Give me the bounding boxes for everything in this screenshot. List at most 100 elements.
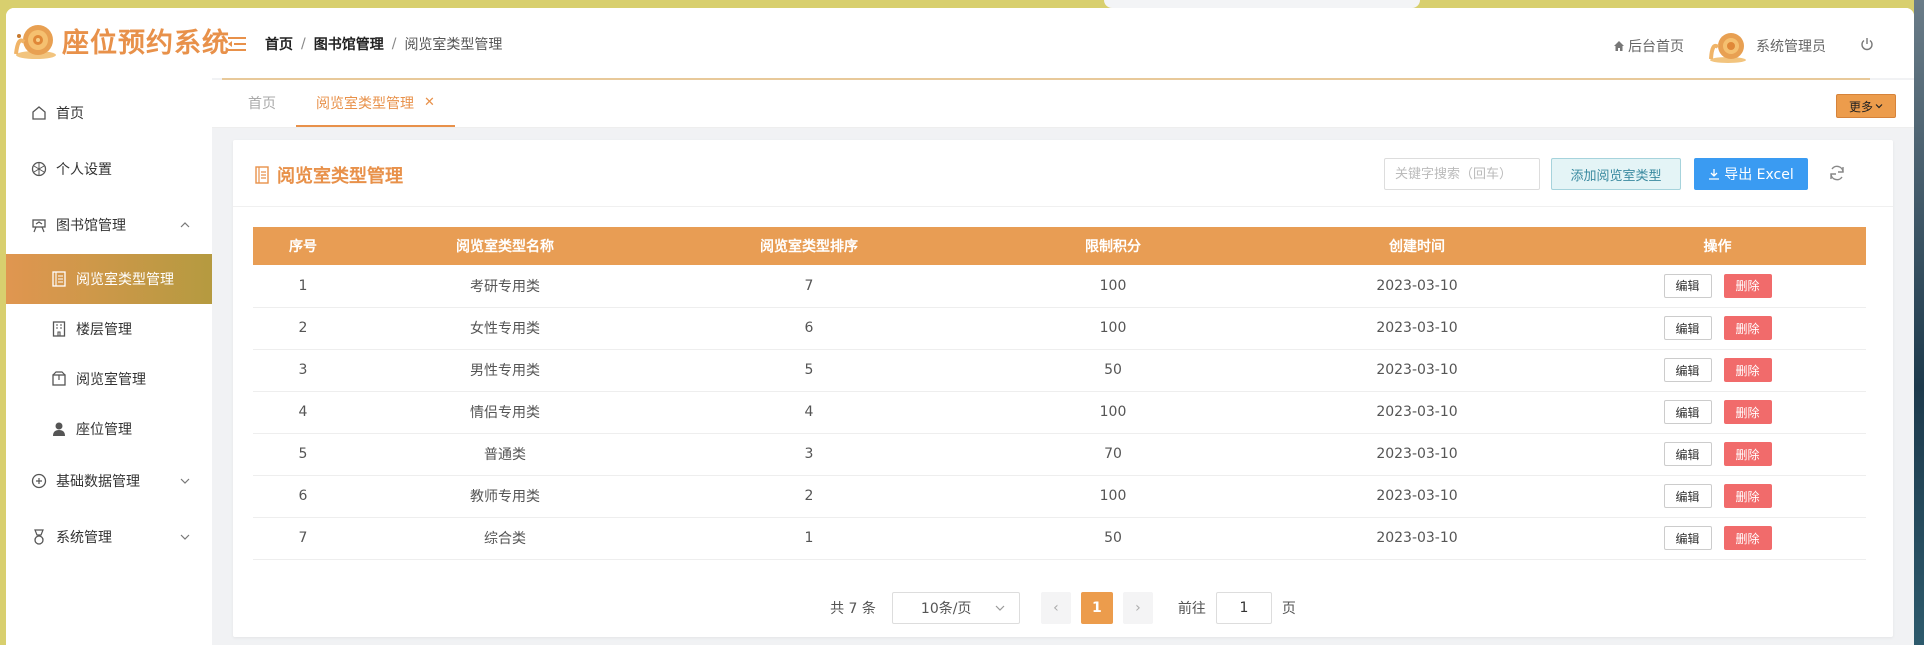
table-cell: 普通类 [353, 433, 657, 476]
table-cell-actions: 编辑 删除 [1569, 265, 1866, 308]
settings-icon [30, 160, 48, 178]
table-row: 3 男性专用类 5 50 2023-03-10 编辑 删除 [253, 349, 1866, 392]
table-cell-actions: 编辑 删除 [1569, 517, 1866, 560]
sidebar-item-library[interactable]: 图书馆管理 [6, 200, 212, 250]
table-cell-actions: 编辑 删除 [1569, 475, 1866, 518]
sidebar-item-floor[interactable]: 楼层管理 [6, 304, 212, 354]
edit-button[interactable]: 编辑 [1663, 526, 1712, 550]
page-number-current[interactable]: 1 [1080, 592, 1113, 624]
table-row: 5 普通类 3 70 2023-03-10 编辑 删除 [253, 433, 1866, 476]
chevron-down-icon [1875, 104, 1883, 109]
app-title: 座位预约系统 [62, 27, 230, 59]
sidebar-item-system[interactable]: 系统管理 [6, 512, 212, 562]
app-window: 座位预约系统 首页 / 图书馆管理 / 阅览室类型管理 后台首页 系统管理员 首… [6, 8, 1914, 645]
sidebar-item-label: 基础数据管理 [56, 474, 140, 490]
delete-button[interactable]: 删除 [1723, 358, 1772, 382]
breadcrumb-separator: / [301, 36, 306, 52]
table-header-row: 序号 阅览室类型名称 阅览室类型排序 限制积分 创建时间 操作 [253, 227, 1866, 265]
window-top-notch [1104, 0, 1420, 8]
close-icon[interactable]: ✕ [424, 95, 435, 110]
person-icon [50, 420, 68, 438]
sidebar-item-room-type[interactable]: 阅览室类型管理 [6, 254, 212, 304]
delete-button[interactable]: 删除 [1723, 484, 1772, 508]
box-icon [50, 370, 68, 388]
house-icon [1614, 41, 1624, 51]
table-cell: 7 [657, 265, 961, 308]
page-size-select[interactable]: 10条/页 [891, 592, 1020, 624]
goto-page-input[interactable]: 1 [1215, 592, 1272, 624]
sidebar-item-seat[interactable]: 座位管理 [6, 404, 212, 454]
sidebar-item-label: 个人设置 [56, 162, 112, 178]
table-cell: 2 [657, 475, 961, 518]
download-icon [1709, 169, 1720, 180]
medal-icon [30, 528, 48, 546]
breadcrumb-home[interactable]: 首页 [265, 34, 293, 54]
add-room-type-button[interactable]: 添加阅览室类型 [1551, 158, 1681, 190]
sidebar-item-profile[interactable]: 个人设置 [6, 144, 212, 194]
column-header[interactable]: 序号 [253, 227, 353, 265]
delete-button[interactable]: 删除 [1723, 400, 1772, 424]
chevron-down-icon [180, 474, 190, 490]
table-cell: 2 [253, 307, 353, 350]
delete-button[interactable]: 删除 [1723, 273, 1772, 298]
export-label: 导出 Excel [1724, 167, 1794, 183]
table-cell: 6 [253, 475, 353, 518]
edit-button[interactable]: 编辑 [1663, 316, 1712, 340]
column-header[interactable]: 创建时间 [1265, 227, 1569, 265]
tab-home[interactable]: 首页 [248, 80, 276, 126]
delete-button[interactable]: 删除 [1723, 526, 1772, 550]
table-row: 4 情侣专用类 4 100 2023-03-10 编辑 删除 [253, 391, 1866, 434]
search-input[interactable] [1384, 158, 1540, 190]
breadcrumb-library[interactable]: 图书馆管理 [314, 34, 384, 54]
delete-button[interactable]: 删除 [1723, 442, 1772, 466]
table-cell: 100 [961, 475, 1265, 518]
column-header[interactable]: 限制积分 [961, 227, 1265, 265]
tab-room-type[interactable]: 阅览室类型管理 ✕ [296, 80, 455, 127]
edit-button[interactable]: 编辑 [1663, 273, 1712, 298]
table-cell: 3 [657, 433, 961, 476]
table-cell: 女性专用类 [353, 307, 657, 350]
card-title-text: 阅览室类型管理 [277, 166, 403, 187]
column-header[interactable]: 阅览室类型排序 [657, 227, 961, 265]
chevron-up-icon [180, 218, 190, 234]
column-header: 操作 [1569, 227, 1866, 265]
sidebar-item-home[interactable]: 首页 [6, 88, 212, 138]
export-excel-button[interactable]: 导出 Excel [1694, 158, 1808, 190]
next-page-button[interactable]: › [1122, 592, 1153, 624]
sidebar-item-label: 系统管理 [56, 530, 112, 546]
building-icon [50, 320, 68, 338]
user-name[interactable]: 系统管理员 [1756, 36, 1826, 56]
menu-collapse-icon[interactable] [228, 36, 246, 56]
backend-home-label: 后台首页 [1628, 39, 1684, 55]
app-logo[interactable]: 座位预约系统 [12, 20, 230, 60]
table-cell-actions: 编辑 删除 [1569, 433, 1866, 476]
column-header[interactable]: 阅览室类型名称 [353, 227, 657, 265]
avatar[interactable] [1708, 28, 1748, 64]
delete-button[interactable]: 删除 [1723, 316, 1772, 340]
edit-button[interactable]: 编辑 [1663, 484, 1712, 508]
top-header: 座位预约系统 首页 / 图书馆管理 / 阅览室类型管理 后台首页 系统管理员 [6, 8, 1914, 78]
table-cell: 3 [253, 349, 353, 392]
edit-button[interactable]: 编辑 [1663, 358, 1712, 382]
sidebar-item-label: 楼层管理 [76, 322, 132, 338]
sidebar-item-label: 图书馆管理 [56, 218, 126, 234]
table-cell: 70 [961, 433, 1265, 476]
table-cell: 50 [961, 349, 1265, 392]
edit-button[interactable]: 编辑 [1663, 442, 1712, 466]
row-actions: 编辑 删除 [1569, 442, 1866, 466]
chevron-down-icon [180, 530, 190, 546]
prev-page-button[interactable]: ‹ [1040, 592, 1071, 624]
table-cell: 1 [657, 517, 961, 560]
refresh-icon[interactable] [1828, 164, 1846, 186]
sidebar-item-room[interactable]: 阅览室管理 [6, 354, 212, 404]
sidebar-item-label: 阅览室管理 [76, 372, 146, 388]
snail-logo-icon [12, 20, 58, 60]
sidebar-item-base-data[interactable]: 基础数据管理 [6, 456, 212, 506]
table-cell: 2023-03-10 [1265, 475, 1569, 518]
more-tabs-button[interactable]: 更多 [1836, 94, 1896, 118]
breadcrumb: 首页 / 图书馆管理 / 阅览室类型管理 [265, 34, 502, 54]
power-icon[interactable] [1860, 37, 1874, 55]
table-cell: 5 [253, 433, 353, 476]
edit-button[interactable]: 编辑 [1663, 400, 1712, 424]
backend-home-link[interactable]: 后台首页 [1613, 36, 1684, 56]
